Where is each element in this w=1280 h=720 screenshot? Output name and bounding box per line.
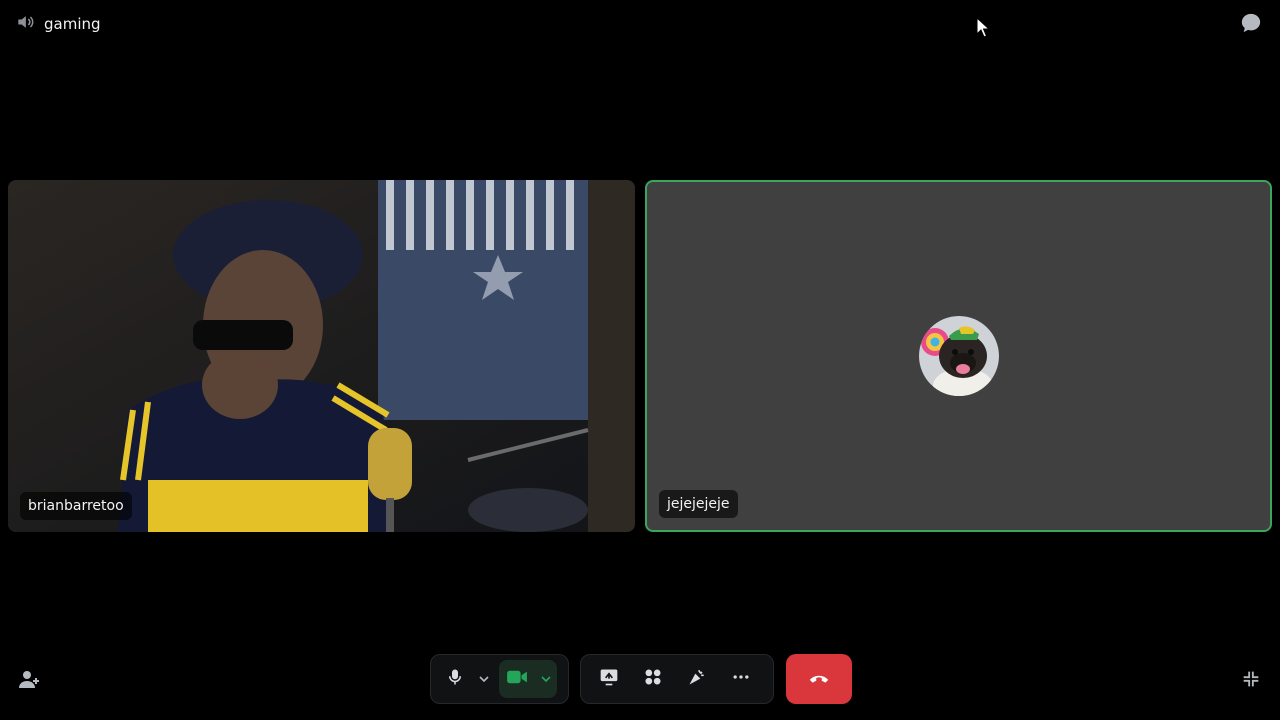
participant-name-badge: brianbarretoo: [20, 492, 132, 520]
chevron-down-icon: [540, 670, 552, 689]
more-icon: [731, 667, 751, 691]
camera-options-button[interactable]: [535, 660, 557, 698]
add-user-icon: [17, 667, 41, 695]
screen-share-button[interactable]: [587, 660, 631, 698]
collapse-icon: [1240, 668, 1262, 694]
channel-header: gaming: [15, 12, 101, 36]
hang-up-icon: [808, 670, 830, 689]
soundboard-icon: [687, 667, 707, 691]
camera-icon: [506, 668, 528, 690]
call-actions-controls: [580, 654, 774, 704]
speaker-icon: [15, 12, 35, 36]
participant-name-badge: jejejejeje: [659, 490, 738, 518]
exit-fullscreen-button[interactable]: [1238, 668, 1264, 694]
voice-call-stage: gaming brianbarretoo jejejejeje: [0, 0, 1280, 720]
participant-tile-jejejejeje[interactable]: jejejejeje: [645, 180, 1272, 532]
microphone-options-button[interactable]: [473, 660, 495, 698]
participant-tile-brianbarretoo[interactable]: brianbarretoo: [8, 180, 635, 532]
microphone-icon: [446, 667, 464, 691]
camera-button[interactable]: [499, 660, 535, 698]
chat-button[interactable]: [1239, 13, 1263, 37]
activities-button[interactable]: [631, 660, 675, 698]
activities-icon: [643, 667, 663, 691]
avatar: [918, 316, 999, 396]
camera-control-group: [499, 660, 557, 698]
invite-button[interactable]: [16, 668, 42, 694]
microphone-button[interactable]: [437, 660, 473, 698]
more-options-button[interactable]: [719, 660, 763, 698]
chevron-down-icon: [478, 670, 490, 689]
chat-bubble-icon: [1240, 12, 1262, 38]
channel-name: gaming: [44, 15, 101, 33]
screen-share-icon: [599, 667, 619, 691]
leave-call-button[interactable]: [786, 654, 852, 704]
soundboard-button[interactable]: [675, 660, 719, 698]
audio-video-controls: [430, 654, 569, 704]
camera-feed: [8, 180, 635, 532]
mouse-cursor-icon: [976, 16, 991, 43]
